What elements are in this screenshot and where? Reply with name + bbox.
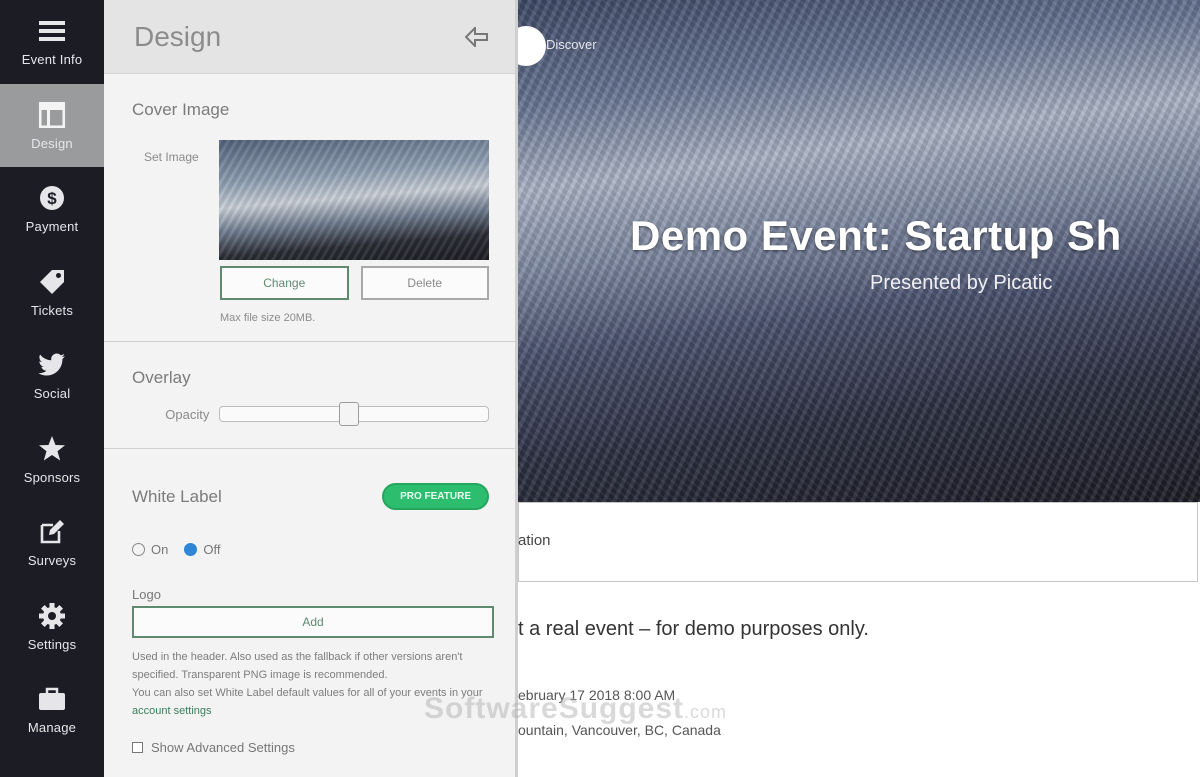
on-label: On (151, 542, 169, 557)
rail-item-event-info[interactable]: Event Info (0, 0, 104, 84)
back-arrow-icon[interactable] (464, 25, 489, 48)
opacity-slider-thumb[interactable] (338, 402, 359, 426)
design-panel: Design Cover Image Set Image Change Dele… (104, 0, 518, 777)
panel-title: Design (134, 20, 222, 52)
event-title: Demo Event: Startup Sh (630, 212, 1122, 259)
avatar[interactable] (518, 26, 546, 66)
discover-link[interactable]: Discover (546, 37, 597, 52)
event-preview: Discover Demo Event: Startup Sh Presente… (518, 0, 1200, 777)
star-icon (37, 434, 67, 464)
opacity-label: Opacity (165, 406, 210, 422)
hero-cover-image: Discover Demo Event: Startup Sh Presente… (518, 0, 1200, 502)
rail-item-label: Tickets (30, 302, 74, 318)
rail-item-label: Event Info (21, 52, 83, 68)
rail-item-label: Surveys (27, 553, 77, 569)
overlay-section: Overlay Opacity (104, 342, 515, 449)
list-icon (37, 16, 67, 46)
dollar-icon: $ (37, 183, 67, 213)
rail-item-label: Settings (27, 636, 77, 652)
edit-icon (37, 517, 67, 547)
watermark-text: SoftwareSuggest (424, 692, 685, 725)
event-subtitle: Presented by Picatic (870, 272, 1053, 294)
rail-item-label: Sponsors (23, 469, 81, 485)
left-nav-rail: Event Info Design $ Payment Tickets Soci… (0, 0, 104, 777)
logo-help-line: Used in the header. Also used as the fal… (132, 651, 463, 681)
rail-item-design[interactable]: Design (0, 83, 104, 167)
rail-item-social[interactable]: Social (0, 334, 104, 418)
rail-item-sponsors[interactable]: Sponsors (0, 418, 104, 502)
rail-item-tickets[interactable]: Tickets (0, 251, 104, 335)
rail-item-label: Manage (27, 720, 77, 736)
opacity-slider[interactable] (219, 402, 489, 426)
rail-item-surveys[interactable]: Surveys (0, 501, 104, 585)
gear-icon (37, 601, 67, 631)
rail-item-label: Social (33, 386, 71, 402)
briefcase-icon (37, 684, 67, 714)
advanced-settings-checkbox[interactable] (132, 742, 143, 753)
white-label-heading: White Label (132, 486, 222, 506)
event-disclaimer: t a real event – for demo purposes only. (518, 618, 869, 640)
pro-feature-badge[interactable]: PRO FEATURE (382, 483, 489, 510)
watermark: SoftwareSuggest.com (424, 692, 727, 726)
rail-item-label: Payment (25, 219, 79, 235)
cover-image-heading: Cover Image (132, 100, 230, 119)
set-image-label: Set Image (144, 150, 199, 164)
cover-image-thumbnail[interactable] (219, 140, 489, 260)
logo-label: Logo (132, 587, 161, 602)
watermark-suffix: .com (684, 702, 728, 722)
rail-item-payment[interactable]: $ Payment (0, 167, 104, 251)
panel-header: Design (104, 0, 515, 74)
change-image-button[interactable]: Change (220, 266, 349, 300)
rail-item-manage[interactable]: Manage (0, 668, 104, 752)
rail-item-settings[interactable]: Settings (0, 585, 104, 669)
max-file-size-note: Max file size 20MB. (220, 312, 316, 324)
add-logo-button[interactable]: Add (132, 606, 494, 638)
advanced-settings-label: Show Advanced Settings (151, 740, 295, 755)
cover-image-section: Cover Image Set Image Change Delete Max … (104, 74, 515, 342)
overlay-heading: Overlay (132, 368, 191, 387)
tag-icon (37, 267, 67, 297)
twitter-icon (37, 350, 67, 380)
svg-text:$: $ (47, 189, 57, 208)
delete-image-button[interactable]: Delete (360, 266, 489, 300)
rail-item-label: Design (31, 135, 73, 151)
event-tab-bar (518, 502, 1198, 582)
account-settings-link[interactable]: account settings (132, 705, 212, 717)
white-label-off-radio[interactable] (184, 543, 198, 556)
white-label-on-radio[interactable] (132, 543, 145, 556)
off-label: Off (203, 542, 221, 557)
tab-information[interactable]: ation (518, 532, 551, 549)
layout-icon (37, 100, 67, 130)
